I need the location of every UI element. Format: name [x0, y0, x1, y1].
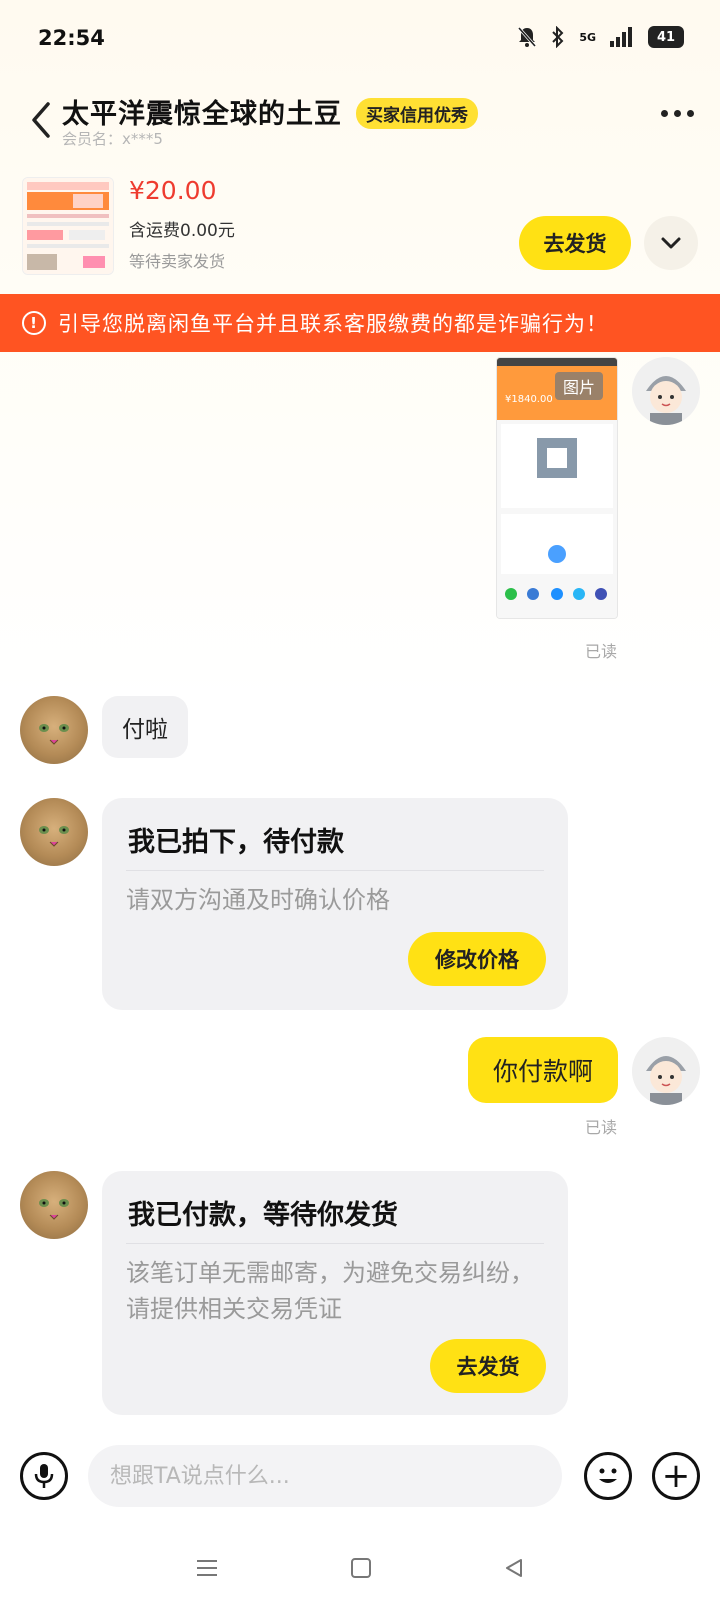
- more-options-button[interactable]: [661, 110, 694, 117]
- ship-card-button[interactable]: 去发货: [430, 1339, 546, 1393]
- home-icon[interactable]: [350, 1557, 372, 1579]
- emoji-button[interactable]: [584, 1452, 632, 1500]
- warning-icon: !: [22, 311, 46, 335]
- shipping-fee: 含运费0.00元: [129, 221, 235, 241]
- avatar-icon: [632, 357, 700, 425]
- message-input[interactable]: [88, 1445, 562, 1507]
- chevron-left-icon: [32, 102, 50, 138]
- product-price: ¥20.00: [129, 176, 217, 205]
- chevron-down-icon: [661, 237, 681, 249]
- status-time: 22:54: [38, 26, 105, 50]
- buyer-message: 付啦: [102, 696, 188, 758]
- system-navigation-bar: [0, 1532, 720, 1604]
- card-description: 该笔订单无需邮寄，为避免交易纠纷，请提供相关交易凭证: [126, 1259, 534, 1323]
- card-divider: [126, 870, 544, 871]
- image-tag: 图片: [555, 372, 604, 400]
- read-receipt: 已读: [585, 1118, 618, 1137]
- card-title: 我已拍下，待付款: [128, 827, 344, 858]
- fraud-warning-banner: ! 引导您脱离闲鱼平台并且联系客服缴费的都是诈骗行为！: [0, 294, 720, 352]
- credit-badge: 买家信用优秀: [356, 98, 478, 129]
- dot-icon: [687, 110, 694, 117]
- my-avatar[interactable]: [632, 1037, 700, 1105]
- member-name: 会员名：x***5: [62, 130, 163, 148]
- chat-title: 太平洋震惊全球的土豆: [62, 99, 342, 130]
- back-triangle-icon[interactable]: [503, 1557, 525, 1579]
- signal-icon: [610, 27, 632, 47]
- ship-button[interactable]: 去发货: [519, 216, 631, 270]
- read-receipt: 已读: [585, 642, 618, 661]
- smile-icon: [599, 1468, 617, 1483]
- paid-card: 我已付款，等待你发货 该笔订单无需邮寄，为避免交易纠纷，请提供相关交易凭证 去发…: [102, 1171, 568, 1415]
- screenshot-amount: ¥1840.00: [505, 394, 553, 405]
- product-image-icon: [23, 178, 113, 274]
- dot-icon: [674, 110, 681, 117]
- card-description: 请双方沟通及时确认价格: [126, 886, 390, 914]
- buyer-avatar[interactable]: [20, 798, 88, 866]
- cat-avatar-icon: [39, 826, 69, 847]
- card-title: 我已付款，等待你发货: [128, 1200, 398, 1231]
- microphone-icon: [34, 1464, 54, 1488]
- buyer-avatar[interactable]: [20, 1171, 88, 1239]
- plus-icon: +: [661, 1456, 691, 1496]
- bluetooth-icon: [552, 26, 564, 48]
- order-status: 等待卖家发货: [129, 252, 226, 271]
- cat-avatar-icon: [39, 724, 69, 745]
- my-avatar[interactable]: [632, 357, 700, 425]
- back-button[interactable]: [26, 100, 56, 140]
- mute-bell-icon: [518, 27, 537, 47]
- menu-icon[interactable]: [195, 1557, 219, 1579]
- modify-price-button[interactable]: 修改价格: [408, 932, 546, 986]
- buyer-avatar[interactable]: [20, 696, 88, 764]
- dot-icon: [661, 110, 668, 117]
- expand-button[interactable]: [644, 216, 698, 270]
- card-divider: [126, 1243, 544, 1244]
- more-actions-button[interactable]: +: [652, 1452, 700, 1500]
- warning-text: 引导您脱离闲鱼平台并且联系客服缴费的都是诈骗行为！: [58, 312, 608, 336]
- network-label: 5G: [579, 30, 596, 44]
- product-thumbnail[interactable]: [22, 177, 114, 275]
- status-icons: 5G 41: [517, 26, 684, 48]
- avatar-icon: [632, 1037, 700, 1105]
- seller-message: 你付款啊: [468, 1037, 618, 1103]
- battery-icon: 41: [648, 26, 684, 48]
- voice-button[interactable]: [20, 1452, 68, 1500]
- pending-payment-card: 我已拍下，待付款 请双方沟通及时确认价格 修改价格: [102, 798, 568, 1010]
- cat-avatar-icon: [39, 1199, 69, 1220]
